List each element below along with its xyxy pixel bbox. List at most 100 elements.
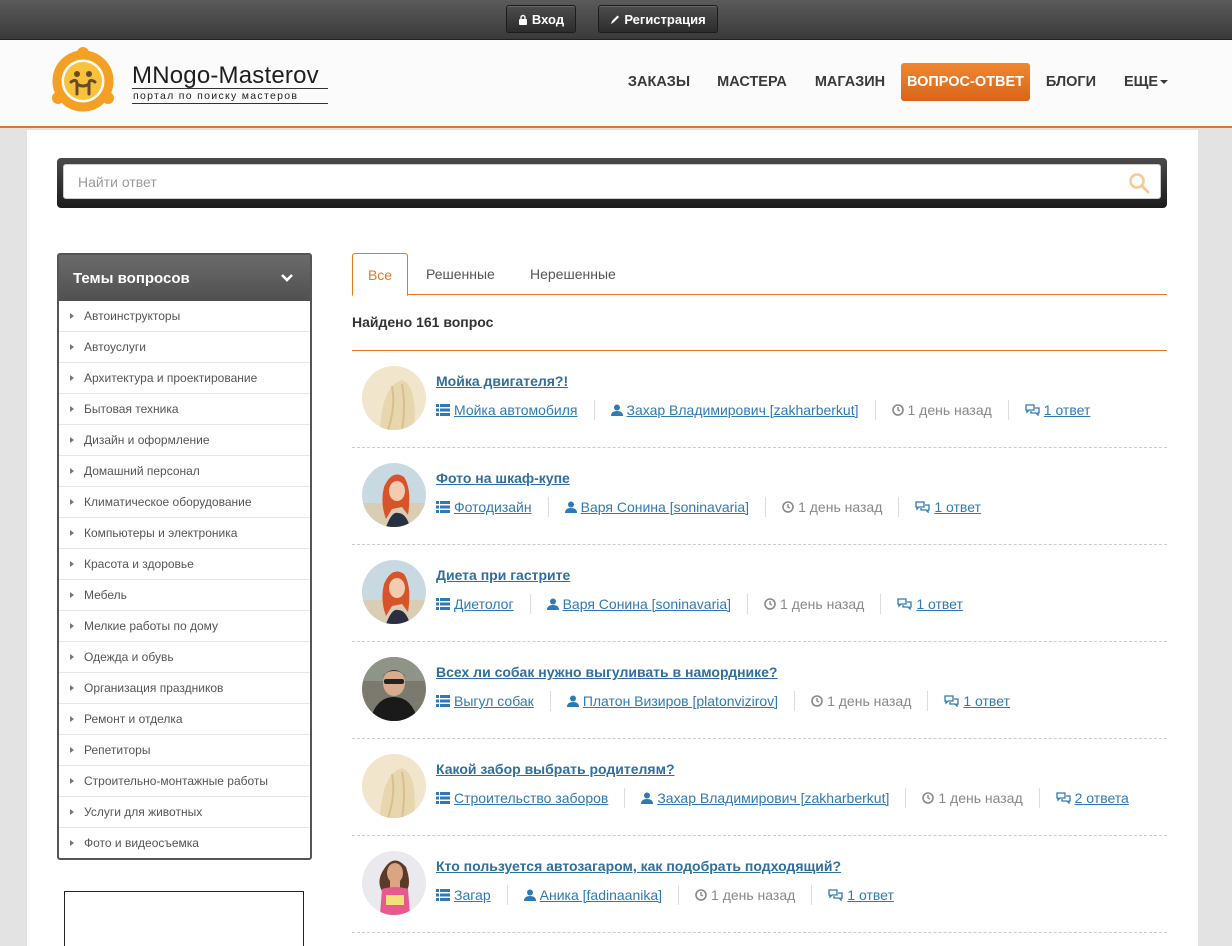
separator: [678, 885, 680, 905]
clock-icon: [891, 404, 904, 416]
question-category[interactable]: Мойка автомобиля: [454, 402, 578, 418]
nav-qa[interactable]: ВОПРОС-ОТВЕТ: [901, 63, 1030, 101]
question-title[interactable]: Мойка двигателя?!: [436, 373, 568, 389]
topic-item[interactable]: Автоинструкторы: [59, 301, 310, 332]
topic-item[interactable]: Одежда и обувь: [59, 642, 310, 673]
topic-item[interactable]: Автоуслуги: [59, 332, 310, 363]
avatar[interactable]: [362, 560, 426, 624]
user-icon: [523, 889, 536, 901]
question-category[interactable]: Фотодизайн: [454, 499, 532, 515]
user-icon: [546, 598, 559, 610]
separator: [529, 594, 531, 614]
list-icon: [436, 889, 450, 901]
separator: [794, 691, 796, 711]
question-title[interactable]: Фото на шкаф-купе: [436, 470, 570, 486]
question-item: Мойка двигателя?! Мойка автомобиля Захар…: [352, 351, 1167, 448]
avatar[interactable]: [362, 366, 426, 430]
topic-item[interactable]: Услуги для животных: [59, 797, 310, 828]
user-icon: [610, 404, 623, 416]
question-title[interactable]: Диета при гастрите: [436, 567, 570, 583]
comments-icon: [944, 695, 960, 707]
separator: [927, 691, 929, 711]
question-category[interactable]: Выгул собак: [454, 693, 534, 709]
auth-bar: Вход Регистрация: [0, 0, 1232, 40]
tab-unsolved[interactable]: Нерешенные: [530, 253, 616, 295]
question-meta: Загар Аника [fadinaanika] 1 день назад 1…: [436, 885, 894, 905]
separator: [1038, 788, 1040, 808]
question-title[interactable]: Всех ли собак нужно выгуливать в намордн…: [436, 664, 777, 680]
topic-item[interactable]: Мелкие работы по дому: [59, 611, 310, 642]
nav-blogs[interactable]: БЛОГИ: [1038, 63, 1104, 101]
tab-all[interactable]: Все: [352, 253, 408, 296]
topic-item[interactable]: Компьютеры и электроника: [59, 518, 310, 549]
separator: [898, 497, 900, 517]
pencil-icon: [611, 15, 620, 24]
question-time: 1 день назад: [780, 596, 865, 612]
comments-icon: [828, 889, 843, 901]
topics-header[interactable]: Темы вопросов: [59, 255, 310, 301]
nav-masters[interactable]: МАСТЕРА: [708, 63, 796, 101]
topic-item[interactable]: Репетиторы: [59, 735, 310, 766]
separator: [593, 400, 595, 420]
login-button[interactable]: Вход: [506, 5, 576, 33]
question-author[interactable]: Варя Сонина [soninavaria]: [563, 596, 731, 612]
question-time: 1 день назад: [711, 887, 796, 903]
separator: [880, 594, 882, 614]
question-author[interactable]: Платон Визиров [platonvizirov]: [583, 693, 778, 709]
nav-orders[interactable]: ЗАКАЗЫ: [616, 63, 702, 101]
topic-item[interactable]: Мебель: [59, 580, 310, 611]
site-header: MNogo-Masterov портал по поиску мастеров…: [0, 40, 1232, 128]
question-answers[interactable]: 2 ответа: [1075, 790, 1129, 806]
list-icon: [436, 792, 450, 804]
topic-item[interactable]: Строительно-монтажные работы: [59, 766, 310, 797]
login-label: Вход: [531, 11, 565, 27]
separator: [547, 497, 549, 517]
topic-item[interactable]: Домашний персонал: [59, 456, 310, 487]
avatar[interactable]: [362, 851, 426, 915]
register-button[interactable]: Регистрация: [598, 5, 718, 33]
question-author[interactable]: Захар Владимирович [zakharberkut]: [657, 790, 889, 806]
question-time: 1 день назад: [827, 693, 912, 709]
question-answers[interactable]: 1 ответ: [916, 596, 963, 612]
question-title[interactable]: Кто пользуется автозагаром, как подобрат…: [436, 858, 841, 874]
topic-item[interactable]: Архитектура и проектирование: [59, 363, 310, 394]
caret-down-icon: [1160, 80, 1169, 85]
question-author[interactable]: Варя Сонина [soninavaria]: [581, 499, 749, 515]
topic-item[interactable]: Организация праздников: [59, 673, 310, 704]
clock-icon: [811, 695, 823, 707]
topic-item[interactable]: Фото и видеосъемка: [59, 828, 310, 859]
question-answers[interactable]: 1 ответ: [847, 887, 894, 903]
clock-icon: [695, 889, 707, 901]
lock-icon: [518, 14, 527, 25]
user-icon: [641, 792, 654, 804]
question-author[interactable]: Захар Владимирович [zakharberkut]: [627, 402, 859, 418]
question-answers[interactable]: 1 ответ: [963, 693, 1010, 709]
nav-more-label: ЕЩЕ: [1123, 74, 1159, 90]
avatar[interactable]: [362, 463, 426, 527]
question-meta: Мойка автомобиля Захар Владимирович [zak…: [436, 400, 1090, 420]
topic-item[interactable]: Дизайн и оформление: [59, 425, 310, 456]
nav-shop[interactable]: МАГАЗИН: [804, 63, 896, 101]
topics-list: Автоинструкторы Автоуслуги Архитектура и…: [59, 301, 310, 859]
question-category[interactable]: Загар: [454, 887, 491, 903]
avatar[interactable]: [362, 657, 426, 721]
tab-solved[interactable]: Решенные: [426, 253, 495, 295]
topic-item[interactable]: Красота и здоровье: [59, 549, 310, 580]
user-icon: [566, 695, 579, 707]
question-item: Всех ли собак нужно выгуливать в намордн…: [352, 642, 1167, 739]
topic-item[interactable]: Ремонт и отделка: [59, 704, 310, 735]
separator: [1007, 400, 1009, 420]
question-category[interactable]: Строительство заборов: [454, 790, 608, 806]
search-icon[interactable]: [1128, 172, 1150, 194]
question-author[interactable]: Аника [fadinaanika]: [540, 887, 662, 903]
topic-item[interactable]: Бытовая техника: [59, 394, 310, 425]
question-category[interactable]: Диетолог: [454, 596, 514, 612]
avatar[interactable]: [362, 754, 426, 818]
topic-item[interactable]: Климатическое оборудование: [59, 487, 310, 518]
question-answers[interactable]: 1 ответ: [934, 499, 981, 515]
nav-more[interactable]: ЕЩЕ: [1116, 63, 1176, 101]
main-nav: ЗАКАЗЫ МАСТЕРА МАГАЗИН ВОПРОС-ОТВЕТ БЛОГ…: [0, 63, 1232, 101]
question-title[interactable]: Какой забор выбрать родителям?: [436, 761, 675, 777]
search-input[interactable]: [63, 164, 1161, 199]
question-answers[interactable]: 1 ответ: [1044, 402, 1091, 418]
